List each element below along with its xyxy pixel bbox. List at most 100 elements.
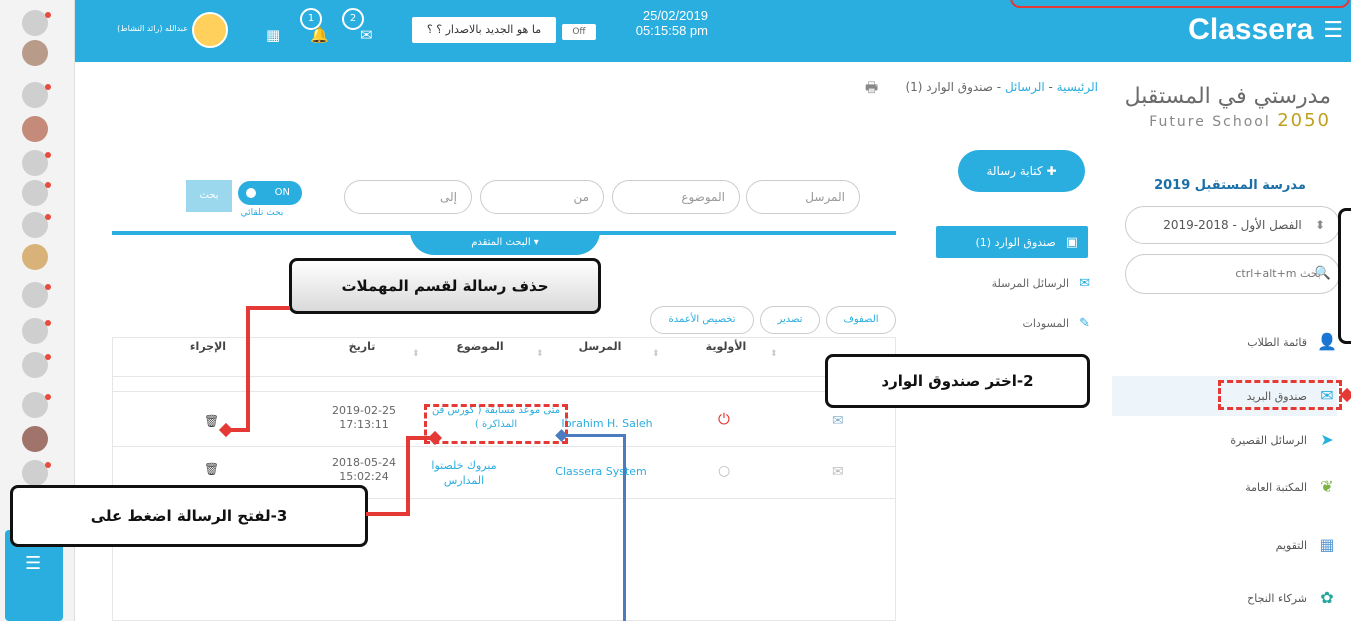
status-dot bbox=[45, 394, 51, 400]
status-dot bbox=[45, 462, 51, 468]
divider bbox=[113, 391, 895, 392]
annotation-line bbox=[246, 306, 290, 310]
envelope-icon[interactable]: ✉ bbox=[360, 26, 373, 44]
messages-table bbox=[112, 337, 896, 621]
column-header[interactable]: تاريخ bbox=[322, 340, 402, 353]
date-cell: 2019-02-25 bbox=[332, 404, 396, 417]
status-dot bbox=[45, 84, 51, 90]
highlight-mailbox bbox=[1218, 380, 1342, 410]
user-avatar[interactable] bbox=[22, 116, 48, 142]
status-dot bbox=[45, 284, 51, 290]
school-name: مدرسة المستقبل 2019 bbox=[1154, 178, 1306, 193]
user-icon: 👤 bbox=[1317, 332, 1337, 351]
school-logo-line1: مدرستي في المستقبل bbox=[1124, 84, 1331, 109]
term-select[interactable]: الفصل الأول - 2018-2019 ⬍ bbox=[1125, 206, 1340, 244]
export-button[interactable]: تصدير bbox=[760, 306, 820, 334]
date-cell: 2018-05-24 bbox=[332, 456, 396, 469]
building-icon[interactable]: ▦ bbox=[266, 26, 280, 44]
divider bbox=[113, 376, 895, 377]
priority-low-icon: ○ bbox=[718, 463, 731, 479]
status-dot bbox=[45, 320, 51, 326]
status-dot bbox=[45, 214, 51, 220]
sort-icon[interactable]: ⬍ bbox=[412, 349, 420, 359]
folder-inbox[interactable]: صندوق الوارد (1) ▣ bbox=[936, 226, 1088, 258]
leaf-icon: ❦ bbox=[1320, 477, 1334, 496]
divider bbox=[113, 446, 895, 447]
sidebar-item-students[interactable]: قائمة الطلاب 👤 bbox=[1112, 322, 1337, 362]
user-name[interactable]: عبدالله (رائد النشاط) bbox=[90, 24, 188, 33]
time-cell: 17:13:11 bbox=[339, 418, 389, 431]
partners-icon: ✿ bbox=[1320, 588, 1334, 607]
breadcrumb-messages[interactable]: الرسائل bbox=[1005, 80, 1045, 94]
envelope-icon: ✉ bbox=[1079, 275, 1090, 291]
breadcrumb-home[interactable]: الرئيسية bbox=[1057, 80, 1098, 94]
sort-icon[interactable]: ⬍ bbox=[770, 349, 778, 359]
time-cell: 15:02:24 bbox=[339, 470, 389, 483]
sidebar-item-library[interactable]: المكتبة العامة ❦ bbox=[1112, 467, 1337, 507]
folder-drafts[interactable]: المسودات ✎ bbox=[1023, 308, 1090, 338]
breadcrumb: الرئيسية - الرسائل - صندوق الوارد (1) bbox=[905, 80, 1098, 94]
inbox-icon: ▣ bbox=[1065, 234, 1078, 250]
auto-search-label: بحث تلقائي bbox=[240, 208, 284, 218]
auto-search-switch[interactable]: ON bbox=[238, 181, 302, 205]
sort-icon[interactable]: ⬍ bbox=[536, 349, 544, 359]
annotation-line bbox=[366, 512, 410, 516]
annotation-line bbox=[562, 434, 626, 437]
column-header[interactable]: المرسل bbox=[560, 340, 640, 353]
whats-new-button[interactable]: ما هو الجديد بالاصدار ؟ ؟ bbox=[412, 17, 556, 43]
subject-filter[interactable]: الموضوع bbox=[612, 180, 740, 214]
brand-name: Classera bbox=[1188, 13, 1314, 46]
user-avatar[interactable] bbox=[22, 40, 48, 66]
sender-cell[interactable]: Ibrahim H. Saleh bbox=[552, 417, 662, 430]
folder-sent[interactable]: الرسائل المرسلة ✉ bbox=[992, 268, 1090, 298]
sender-cell[interactable]: Classera System bbox=[546, 465, 656, 478]
sidebar-search-input[interactable]: ctrl+alt+m بحث 🔍 bbox=[1125, 254, 1340, 294]
annotation-line bbox=[623, 434, 626, 621]
switch-knob bbox=[243, 185, 259, 201]
feature-toggle[interactable]: Off bbox=[562, 24, 596, 40]
plus-icon: ✚ bbox=[1046, 164, 1057, 178]
list-icon[interactable]: ☰ bbox=[25, 553, 41, 574]
advanced-search-toggle[interactable]: البحث المتقدم ▾ bbox=[410, 231, 600, 255]
trash-icon[interactable]: 🗑 bbox=[204, 414, 219, 428]
column-header[interactable]: الموضوع bbox=[440, 340, 520, 353]
user-avatar[interactable] bbox=[22, 426, 48, 452]
search-icon: 🔍 bbox=[1314, 266, 1331, 281]
sidebar-item-sms[interactable]: الرسائل القصيرة ➤ bbox=[1112, 420, 1337, 460]
sidebar-item-partners[interactable]: شركاء النجاح ✿ bbox=[1112, 578, 1337, 618]
search-button[interactable]: بحث bbox=[186, 180, 232, 212]
rows-button[interactable]: الصفوف bbox=[826, 306, 896, 334]
clock: 25/02/2019 05:15:58 pm bbox=[598, 8, 708, 38]
date-text: 25/02/2019 bbox=[642, 8, 708, 23]
to-date-filter[interactable]: إلى bbox=[344, 180, 472, 214]
envelope-open-icon: ✉ bbox=[832, 464, 844, 480]
compose-button[interactable]: كتابة رسالة ✚ bbox=[958, 150, 1085, 192]
columns-button[interactable]: تخصيص الأعمدة bbox=[650, 306, 754, 334]
callout-fragment bbox=[1338, 208, 1351, 344]
from-date-filter[interactable]: من bbox=[480, 180, 604, 214]
user-avatar[interactable] bbox=[22, 244, 48, 270]
subject-link[interactable]: مبروك خلصتوا المدارس bbox=[424, 458, 504, 488]
status-dot bbox=[45, 152, 51, 158]
hamburger-icon[interactable]: ☰ bbox=[1323, 18, 1343, 43]
highlight-subject bbox=[424, 404, 568, 444]
sender-filter[interactable]: المرسل bbox=[746, 180, 860, 214]
school-logo-line2: Future School 2050 bbox=[1149, 110, 1331, 131]
status-dot bbox=[45, 182, 51, 188]
sort-icon: ⬍ bbox=[1314, 218, 1325, 232]
annotation-choose-inbox: 2-اختر صندوق الوارد bbox=[825, 354, 1090, 408]
print-icon[interactable]: 🖶 bbox=[865, 77, 878, 101]
annotation-open-message: 3-لفتح الرسالة اضغط على bbox=[10, 485, 368, 547]
trash-icon[interactable]: 🗑 bbox=[204, 462, 219, 476]
status-dot bbox=[45, 12, 51, 18]
breadcrumb-current: صندوق الوارد (1) bbox=[905, 80, 993, 94]
sidebar-item-calendar[interactable]: التقويم ▦ bbox=[1112, 525, 1337, 565]
annotation-delete: حذف رسالة لقسم المهملات bbox=[289, 258, 601, 314]
envelope-icon: ✉ bbox=[832, 413, 844, 429]
annotation-line bbox=[246, 306, 250, 432]
user-avatar[interactable] bbox=[192, 12, 228, 48]
bell-icon[interactable]: 🔔 bbox=[310, 26, 329, 44]
column-header[interactable]: الأولوية bbox=[686, 340, 766, 353]
brand: Classera ☰ bbox=[1133, 10, 1343, 50]
sort-icon[interactable]: ⬍ bbox=[652, 349, 660, 359]
